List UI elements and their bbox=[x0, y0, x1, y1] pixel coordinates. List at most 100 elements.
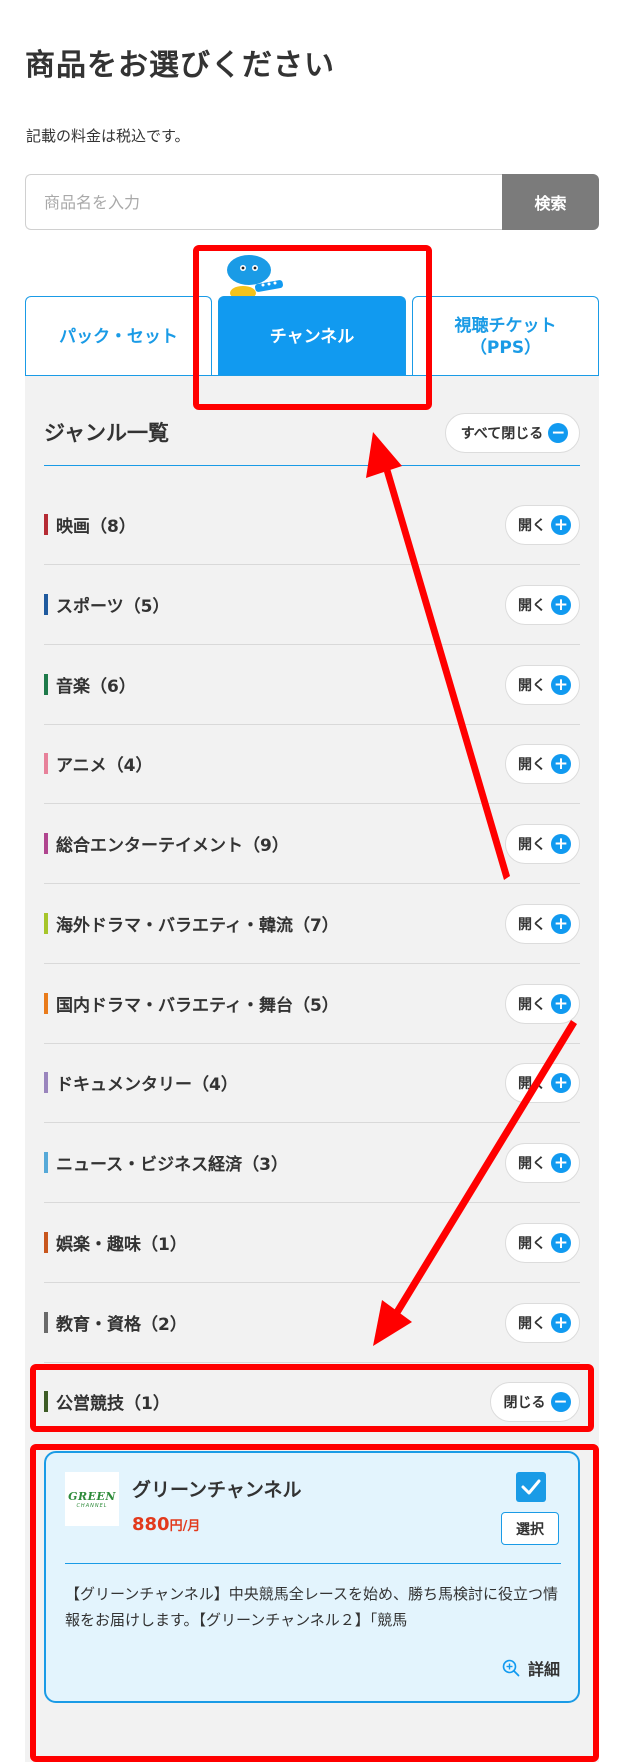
genre-item-label: 教育・資格（2） bbox=[56, 1315, 187, 1335]
genre-open-button[interactable]: 開く + bbox=[505, 585, 580, 625]
genre-close-button[interactable]: 閉じる − bbox=[490, 1382, 580, 1422]
open-label: 開く bbox=[518, 757, 546, 773]
open-label: 開く bbox=[518, 518, 546, 534]
search-button[interactable]: 検索 bbox=[502, 174, 599, 230]
genre-item-label: ニュース・ビジネス経済（3） bbox=[56, 1155, 288, 1175]
genre-item-sports[interactable]: スポーツ（5） 開く + bbox=[44, 565, 580, 645]
genre-item-education[interactable]: 教育・資格（2） 開く + bbox=[44, 1283, 580, 1363]
genre-item-label: スポーツ（5） bbox=[56, 597, 170, 617]
genre-item-hobby[interactable]: 娯楽・趣味（1） 開く + bbox=[44, 1203, 580, 1283]
genre-open-button[interactable]: 開く + bbox=[505, 904, 580, 944]
plus-circle-icon: + bbox=[551, 1073, 571, 1093]
genre-item-news[interactable]: ニュース・ビジネス経済（3） 開く + bbox=[44, 1123, 580, 1203]
open-label: 開く bbox=[518, 997, 546, 1013]
genre-color-bar bbox=[44, 1072, 48, 1093]
open-label: 開く bbox=[518, 1236, 546, 1252]
select-checkbox[interactable] bbox=[516, 1472, 546, 1502]
channel-price: 880円/月 bbox=[132, 1514, 200, 1535]
card-divider bbox=[65, 1563, 561, 1564]
genre-item-label: 娯楽・趣味（1） bbox=[56, 1235, 187, 1255]
search-input[interactable] bbox=[25, 174, 502, 230]
genre-item-label: アニメ（4） bbox=[56, 756, 153, 776]
genre-item-foreign-drama[interactable]: 海外ドラマ・バラエティ・韓流（7） 開く + bbox=[44, 884, 580, 964]
price-value: 880 bbox=[132, 1514, 170, 1535]
genre-open-button[interactable]: 開く + bbox=[505, 1063, 580, 1103]
genre-item-anime[interactable]: アニメ（4） 開く + bbox=[44, 724, 580, 804]
genre-item-movie[interactable]: 映画（8） 開く + bbox=[44, 485, 580, 565]
genre-color-bar bbox=[44, 1152, 48, 1173]
plus-circle-icon: + bbox=[551, 754, 571, 774]
tab-channel[interactable]: チャンネル bbox=[218, 296, 406, 376]
plus-circle-icon: + bbox=[551, 1313, 571, 1333]
plus-circle-icon: + bbox=[551, 914, 571, 934]
tab-pack-set[interactable]: パック・セット bbox=[25, 296, 212, 376]
genre-open-button[interactable]: 開く + bbox=[505, 824, 580, 864]
minus-circle-icon: − bbox=[548, 423, 569, 443]
open-label: 開く bbox=[518, 1316, 546, 1332]
channel-description: 【グリーンチャンネル】中央競馬全レースを始め、勝ち馬検討に役立つ情報をお届けしま… bbox=[65, 1585, 559, 1629]
price-unit: 円/月 bbox=[169, 1519, 201, 1534]
open-label: 開く bbox=[518, 837, 546, 853]
genre-item-label: 映画（8） bbox=[56, 517, 136, 537]
genre-color-bar bbox=[44, 913, 48, 934]
genre-item-music[interactable]: 音楽（6） 開く + bbox=[44, 645, 580, 725]
genre-item-label: 総合エンターテイメント（9） bbox=[56, 836, 289, 856]
genre-item-label: 公営競技（1） bbox=[56, 1394, 170, 1414]
genre-item-documentary[interactable]: ドキュメンタリー（4） 開く + bbox=[44, 1043, 580, 1123]
open-label: 開く bbox=[518, 598, 546, 614]
page-title: 商品をお選びください bbox=[25, 48, 335, 83]
search-bar: 検索 bbox=[25, 174, 599, 230]
minus-circle-icon: − bbox=[550, 1392, 571, 1412]
tab-pps-ticket-label: 視聴チケット （PPS） bbox=[454, 315, 557, 358]
genre-item-public-racing[interactable]: 公営競技（1） 閉じる − bbox=[44, 1362, 580, 1442]
close-all-label: すべて閉じる bbox=[460, 426, 544, 442]
detail-link[interactable]: 詳細 bbox=[502, 1656, 560, 1680]
genre-color-bar bbox=[44, 674, 48, 695]
genre-open-button[interactable]: 開く + bbox=[505, 505, 580, 545]
genre-color-bar bbox=[44, 993, 48, 1014]
genre-open-button[interactable]: 開く + bbox=[505, 1303, 580, 1343]
genre-item-label: 国内ドラマ・バラエティ・舞台（5） bbox=[56, 996, 339, 1016]
genre-item-entertainment[interactable]: 総合エンターテイメント（9） 開く + bbox=[44, 804, 580, 884]
genre-open-button[interactable]: 開く + bbox=[505, 665, 580, 705]
genre-item-label: 海外ドラマ・バラエティ・韓流（7） bbox=[56, 916, 339, 936]
detail-label: 詳細 bbox=[527, 1660, 560, 1679]
channel-logo: GREEN CHANNEL bbox=[65, 1472, 119, 1526]
plus-circle-icon: + bbox=[551, 1153, 571, 1173]
logo-text: GREEN bbox=[68, 1489, 116, 1503]
open-label: 開く bbox=[518, 1156, 546, 1172]
plus-circle-icon: + bbox=[551, 1233, 571, 1253]
close-label: 閉じる bbox=[503, 1395, 546, 1411]
plus-circle-icon: + bbox=[551, 834, 571, 854]
mascot-icon bbox=[227, 255, 284, 299]
genre-open-button[interactable]: 開く + bbox=[505, 744, 580, 784]
genre-color-bar bbox=[44, 753, 48, 774]
genre-list-title: ジャンル一覧 bbox=[44, 421, 169, 445]
genre-color-bar bbox=[44, 1312, 48, 1333]
genre-open-button[interactable]: 開く + bbox=[505, 1143, 580, 1183]
close-all-button[interactable]: すべて閉じる − bbox=[445, 413, 580, 453]
plus-circle-icon: + bbox=[551, 675, 571, 695]
open-label: 開く bbox=[518, 1076, 546, 1092]
tax-note: 記載の料金は税込です。 bbox=[26, 127, 190, 145]
genre-color-bar bbox=[44, 1232, 48, 1253]
zoom-in-icon bbox=[502, 1659, 520, 1677]
select-label[interactable]: 選択 bbox=[501, 1512, 559, 1545]
channel-card[interactable]: GREEN CHANNEL グリーンチャンネル 880円/月 選択 【グリーンチ… bbox=[44, 1451, 580, 1703]
plus-circle-icon: + bbox=[551, 595, 571, 615]
plus-circle-icon: + bbox=[551, 994, 571, 1014]
genre-color-bar bbox=[44, 514, 48, 535]
genre-item-label: 音楽（6） bbox=[56, 677, 136, 697]
channel-name: グリーンチャンネル bbox=[132, 1479, 302, 1501]
plus-circle-icon: + bbox=[551, 515, 571, 535]
tab-bar: パック・セット チャンネル 視聴チケット （PPS） bbox=[25, 296, 599, 376]
open-label: 開く bbox=[518, 678, 546, 694]
tab-pps-ticket[interactable]: 視聴チケット （PPS） bbox=[412, 296, 599, 376]
genre-open-button[interactable]: 開く + bbox=[505, 984, 580, 1024]
genre-item-domestic-drama[interactable]: 国内ドラマ・バラエティ・舞台（5） 開く + bbox=[44, 964, 580, 1044]
genre-item-label: ドキュメンタリー（4） bbox=[56, 1075, 238, 1095]
logo-subtext: CHANNEL bbox=[76, 1502, 108, 1509]
genre-list-divider bbox=[44, 465, 580, 466]
genre-open-button[interactable]: 開く + bbox=[505, 1223, 580, 1263]
open-label: 開く bbox=[518, 917, 546, 933]
